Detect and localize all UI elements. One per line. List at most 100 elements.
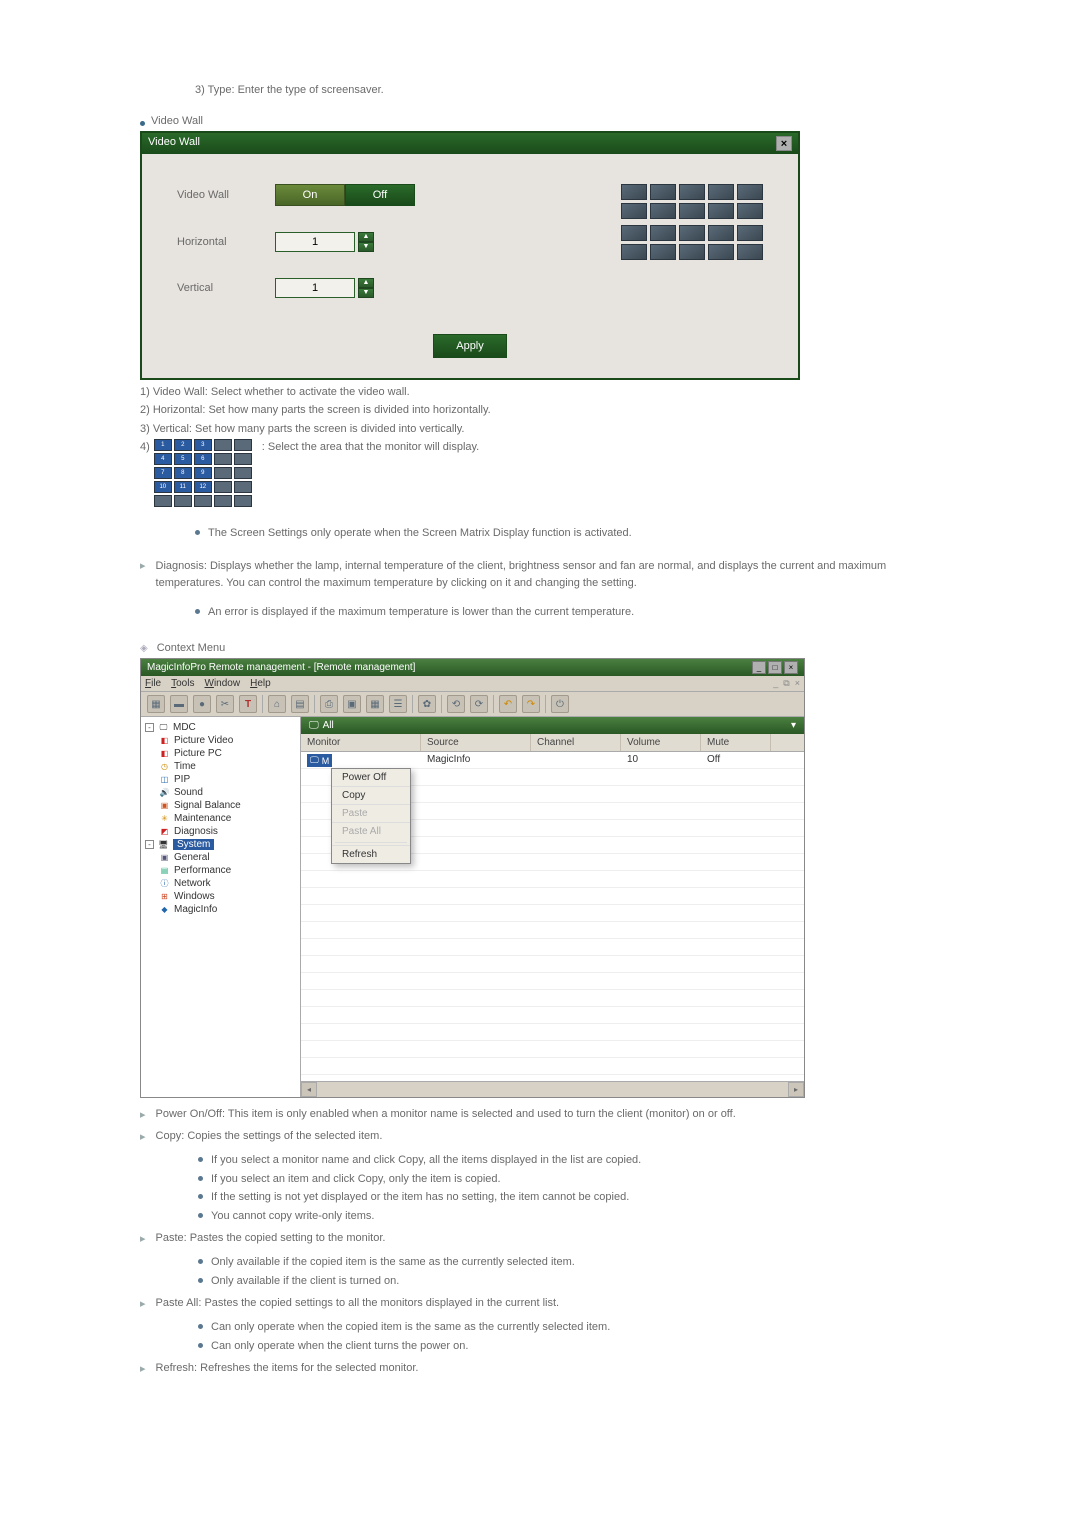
arrow-icon: ▸ [140, 559, 146, 592]
tree-time[interactable]: Time [174, 761, 196, 772]
on-button[interactable]: On [275, 184, 345, 206]
menu-window[interactable]: Window [204, 678, 240, 689]
spin-up-icon[interactable]: ▲ [358, 232, 374, 242]
ctx-paste: Paste [332, 804, 410, 822]
toolbar-icon[interactable]: ▤ [291, 695, 309, 713]
desc-power: Power On/Off: This item is only enabled … [156, 1106, 736, 1124]
preview-grid[interactable] [621, 225, 763, 260]
tree-general[interactable]: General [174, 852, 210, 863]
maximize-icon[interactable]: □ [768, 661, 782, 674]
tree-windows[interactable]: Windows [174, 891, 215, 902]
child-window-buttons[interactable]: _ ⧉ × [773, 678, 800, 689]
col-monitor[interactable]: Monitor [301, 734, 421, 751]
off-button[interactable]: Off [345, 184, 415, 206]
bullet-icon [198, 1176, 203, 1181]
tree-signal-balance[interactable]: Signal Balance [174, 800, 241, 811]
ctx-copy[interactable]: Copy [332, 786, 410, 804]
toolbar-icon[interactable]: ✂ [216, 695, 234, 713]
tree-picture-pc[interactable]: Picture PC [174, 748, 222, 759]
preview-grid[interactable] [621, 184, 763, 219]
copy-sub-1: If you select an item and click Copy, on… [211, 1171, 501, 1188]
pasteall-sub-1: Can only operate when the client turns t… [211, 1338, 468, 1355]
spin-down-icon[interactable]: ▼ [358, 288, 374, 298]
toolbar-icon[interactable]: ⟲ [447, 695, 465, 713]
list-body[interactable]: 🖵 M MagicInfo 10 Off Power Off Copy Past… [301, 752, 804, 1081]
col-channel[interactable]: Channel [531, 734, 621, 751]
toolbar-icon[interactable]: ⎙ [320, 695, 338, 713]
ctx-refresh[interactable]: Refresh [332, 845, 410, 863]
tree-mdc[interactable]: MDC [173, 722, 196, 733]
remote-management-window: MagicInfoPro Remote management - [Remote… [140, 658, 805, 1098]
toolbar-text-icon[interactable]: T [239, 695, 257, 713]
toolbar-power-icon[interactable]: ⏻ [551, 695, 569, 713]
ctx-power-off[interactable]: Power Off [332, 769, 410, 786]
tree-collapse-icon[interactable]: - [145, 840, 154, 849]
arrow-icon: ▸ [140, 1361, 146, 1378]
tree-clock-icon: ◷ [159, 761, 170, 772]
toolbar-icon[interactable]: ⌂ [268, 695, 286, 713]
spin-down-icon[interactable]: ▼ [358, 242, 374, 252]
section-icon: ◈ [140, 643, 148, 654]
horizontal-input[interactable] [275, 232, 355, 252]
video-wall-toggle[interactable]: On Off [275, 184, 415, 206]
bullet-icon [198, 1324, 203, 1329]
bullet-icon [140, 121, 145, 126]
vertical-input[interactable] [275, 278, 355, 298]
tree-maintenance[interactable]: Maintenance [174, 813, 231, 824]
screen-settings-note: The Screen Settings only operate when th… [208, 525, 632, 542]
dialog-title: Video Wall [148, 136, 200, 151]
toolbar-undo-icon[interactable]: ↶ [499, 695, 517, 713]
note-4: 4) 123 456 789 101112 : Select the area … [140, 439, 915, 507]
toolbar: ▦ ▬ ● ✂ T ⌂ ▤ ⎙ ▣ ▦ ☰ ✿ ⟲ [141, 692, 804, 717]
minimize-icon[interactable]: _ [752, 661, 766, 674]
tree-magicinfo[interactable]: MagicInfo [174, 904, 217, 915]
tab-dropdown-icon[interactable]: ▾ [791, 720, 796, 731]
tree-icon: ▣ [159, 852, 170, 863]
tree-performance[interactable]: Performance [174, 865, 231, 876]
toolbar-icon[interactable]: ▣ [343, 695, 361, 713]
toolbar-icon[interactable]: ● [193, 695, 211, 713]
toolbar-icon[interactable]: ▦ [366, 695, 384, 713]
label-horizontal: Horizontal [177, 236, 257, 248]
spin-up-icon[interactable]: ▲ [358, 278, 374, 288]
toolbar-redo-icon[interactable]: ↷ [522, 695, 540, 713]
tree-pip[interactable]: PIP [174, 774, 190, 785]
tab-all[interactable]: All [323, 720, 334, 731]
tree-system[interactable]: System [173, 839, 214, 850]
menu-tools[interactable]: Tools [171, 678, 194, 689]
toolbar-icon[interactable]: ▬ [170, 695, 188, 713]
toolbar-icon[interactable]: ⟳ [470, 695, 488, 713]
col-volume[interactable]: Volume [621, 734, 701, 751]
scroll-right-icon[interactable]: ▸ [788, 1082, 804, 1097]
copy-sub-0: If you select a monitor name and click C… [211, 1152, 641, 1169]
tree-network[interactable]: Network [174, 878, 211, 889]
cell-channel [531, 752, 621, 769]
tree-collapse-icon[interactable]: - [145, 723, 154, 732]
preview-grids [621, 184, 763, 260]
copy-sub-2: If the setting is not yet displayed or t… [211, 1189, 629, 1206]
bullet-icon [198, 1213, 203, 1218]
close-icon[interactable]: × [784, 661, 798, 674]
horizontal-scrollbar[interactable]: ◂ ▸ [301, 1081, 804, 1097]
menu-help[interactable]: Help [250, 678, 271, 689]
col-source[interactable]: Source [421, 734, 531, 751]
tree-diagnosis[interactable]: Diagnosis [174, 826, 218, 837]
scroll-left-icon[interactable]: ◂ [301, 1082, 317, 1097]
desc-paste-all: Paste All: Pastes the copied settings to… [156, 1295, 560, 1313]
apply-button[interactable]: Apply [433, 334, 507, 358]
menu-file[interactable]: FFileile [145, 678, 161, 689]
tree-monitor-icon: 🖵 [158, 722, 169, 733]
toolbar-icon[interactable]: ▦ [147, 695, 165, 713]
toolbar-icon[interactable]: ☰ [389, 695, 407, 713]
tree-icon: ◩ [159, 826, 170, 837]
toolbar-icon[interactable]: ✿ [418, 695, 436, 713]
tree-picture-video[interactable]: Picture Video [174, 735, 233, 746]
note-2: 2) Horizontal: Set how many parts the sc… [140, 402, 915, 419]
tree-panel[interactable]: -🖵MDC ◧Picture Video ◧Picture PC ◷Time ◫… [141, 717, 301, 1097]
tree-sound[interactable]: Sound [174, 787, 203, 798]
close-icon[interactable]: × [776, 136, 792, 151]
tree-icon: ◧ [159, 748, 170, 759]
col-mute[interactable]: Mute [701, 734, 771, 751]
bullet-icon [195, 530, 200, 535]
ctx-paste-all: Paste All [332, 822, 410, 840]
